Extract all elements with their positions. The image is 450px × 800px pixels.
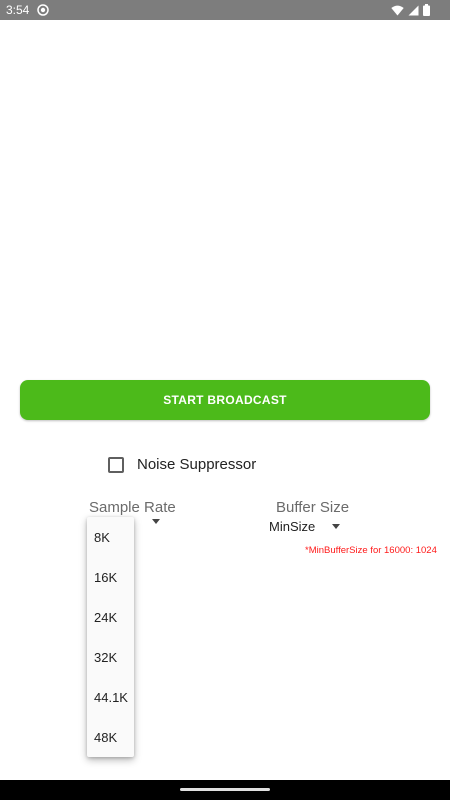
- status-bar: 3:54: [0, 0, 450, 20]
- dropdown-option-48k[interactable]: 48K: [87, 717, 134, 757]
- app-notification-icon: [37, 4, 49, 16]
- wifi-icon: [391, 5, 404, 16]
- dropdown-option-8k[interactable]: 8K: [87, 517, 134, 557]
- chevron-down-icon: [152, 519, 160, 524]
- sample-rate-dropdown: 8K 16K 24K 32K 44.1K 48K: [87, 517, 134, 757]
- battery-icon: [423, 4, 430, 16]
- dropdown-option-24k[interactable]: 24K: [87, 597, 134, 637]
- checkbox-icon[interactable]: [108, 456, 124, 473]
- dropdown-option-32k[interactable]: 32K: [87, 637, 134, 677]
- start-broadcast-button[interactable]: START BROADCAST: [20, 380, 430, 420]
- status-time: 3:54: [6, 3, 30, 17]
- chevron-down-icon: [332, 524, 341, 529]
- dropdown-option-16k[interactable]: 16K: [87, 557, 134, 597]
- noise-suppressor-label: Noise Suppressor: [137, 456, 257, 473]
- buffer-size-spinner[interactable]: MinSize: [269, 519, 341, 534]
- buffer-size-label: Buffer Size: [276, 499, 350, 516]
- status-icons: [391, 4, 430, 16]
- sample-rate-label: Sample Rate: [89, 499, 176, 516]
- home-gesture-handle[interactable]: [180, 788, 270, 791]
- navigation-bar: [0, 780, 450, 800]
- dropdown-option-44-1k[interactable]: 44.1K: [87, 677, 134, 717]
- buffer-size-value: MinSize: [269, 519, 316, 534]
- app-screen: 3:54 START BROADCAST Noise Suppressor Sa…: [0, 0, 450, 800]
- min-buffer-note: *MinBufferSize for 16000: 1024: [305, 545, 437, 556]
- noise-suppressor-checkbox[interactable]: Noise Suppressor: [108, 456, 256, 473]
- signal-icon: [408, 5, 419, 16]
